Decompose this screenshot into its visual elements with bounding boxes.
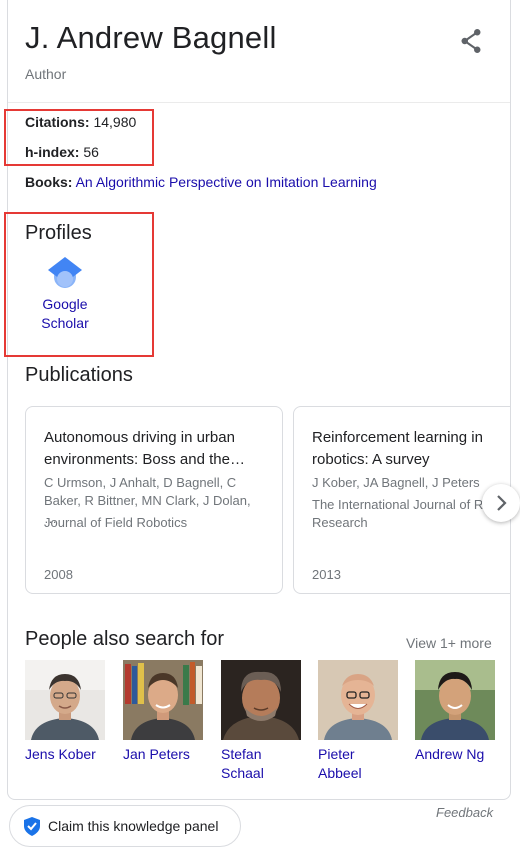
person-name: Jan Peters (123, 746, 190, 762)
claim-label: Claim this knowledge panel (48, 818, 219, 834)
book-link[interactable]: An Algorithmic Perspective on Imitation … (76, 174, 377, 190)
view-more-link[interactable]: View 1+ more (406, 635, 492, 651)
person-item[interactable]: Andrew Ng (415, 660, 495, 764)
share-button[interactable] (456, 26, 486, 56)
feedback-link[interactable]: Feedback (436, 805, 493, 820)
person-name: Jens Kober (25, 746, 96, 762)
publication-year: 2008 (44, 567, 73, 582)
publication-card[interactable]: Autonomous driving in urban environments… (25, 406, 283, 594)
person-name-line2: Schaal (221, 765, 264, 781)
person-name: Andrew Ng (415, 746, 485, 762)
highlight-box-metrics (4, 109, 154, 166)
entity-name: J. Andrew Bagnell (25, 20, 277, 55)
entity-subtitle: Author (25, 66, 67, 82)
highlight-box-profiles (4, 212, 154, 357)
person-name: Stefan (221, 746, 262, 762)
books-label: Books: (25, 174, 73, 190)
share-icon (461, 29, 481, 53)
verified-shield-icon (24, 817, 40, 836)
people-also-search-title: People also search for (25, 628, 225, 650)
person-photo (25, 660, 105, 740)
person-item[interactable]: Pieter Abbeel (318, 660, 398, 783)
person-photo (221, 660, 301, 740)
person-name-line2: Abbeel (318, 765, 362, 781)
person-photo (123, 660, 203, 740)
books-row: Books: An Algorithmic Perspective on Imi… (25, 174, 377, 190)
publications-title: Publications (25, 364, 133, 386)
publication-title: Autonomous driving in urban environments… (44, 429, 245, 468)
publication-year: 2013 (312, 567, 341, 582)
person-photo (318, 660, 398, 740)
person-item[interactable]: Jan Peters (123, 660, 203, 764)
publication-card[interactable]: Reinforcement learning in robotics: A su… (293, 406, 510, 594)
carousel-next-button[interactable] (482, 484, 520, 522)
person-item[interactable]: Jens Kober (25, 660, 105, 764)
claim-panel-button[interactable]: Claim this knowledge panel (9, 805, 241, 847)
publication-title: Reinforcement learning in robotics: A su… (312, 429, 483, 468)
person-item[interactable]: Stefan Schaal (221, 660, 301, 783)
header-divider (8, 102, 510, 103)
person-photo (415, 660, 495, 740)
chevron-right-icon (497, 495, 507, 511)
person-name: Pieter (318, 746, 355, 762)
publication-journal: Journal of Field Robotics (44, 515, 188, 530)
